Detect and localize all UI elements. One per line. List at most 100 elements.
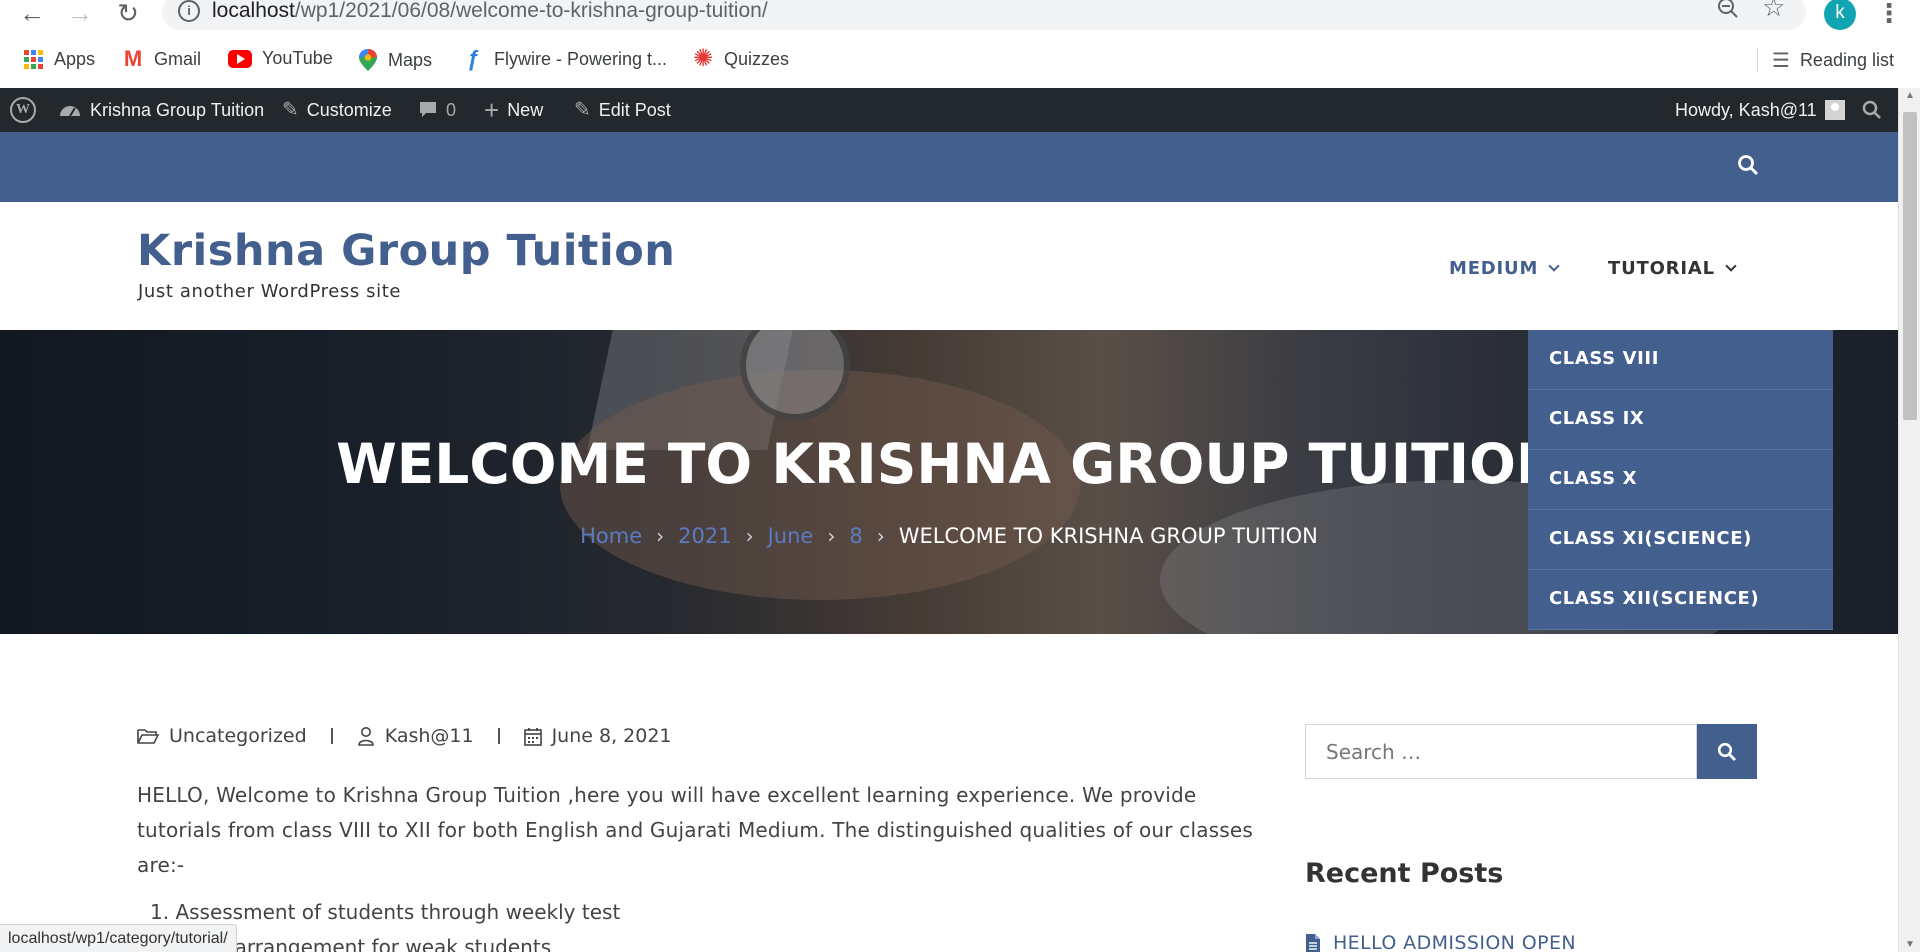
dropdown-item-class-xii-science[interactable]: CLASS XII(SCIENCE) xyxy=(1528,570,1833,630)
meta-divider xyxy=(497,728,500,744)
breadcrumb-separator-icon: › xyxy=(745,524,754,548)
forward-icon[interactable]: → xyxy=(64,0,96,28)
bookmark-label: YouTube xyxy=(262,48,333,68)
bookmark-youtube[interactable]: YouTube xyxy=(228,48,333,69)
user-avatar-icon xyxy=(1824,100,1845,120)
admin-new[interactable]: + New xyxy=(484,88,543,132)
calendar-icon xyxy=(523,727,542,746)
site-info-icon[interactable]: i xyxy=(178,0,200,22)
header-search-icon[interactable] xyxy=(1737,154,1759,176)
admin-comments[interactable]: 0 xyxy=(418,88,456,132)
wp-logo-menu[interactable]: W xyxy=(10,88,36,132)
admin-search[interactable] xyxy=(1862,88,1882,132)
header-top-strip xyxy=(0,132,1898,202)
post-body-text: HELLO, Welcome to Krishna Group Tuition … xyxy=(137,783,1254,877)
profile-avatar[interactable]: k xyxy=(1824,0,1856,30)
search-icon xyxy=(1717,742,1736,761)
bookmark-gmail[interactable]: M Gmail xyxy=(122,48,201,70)
comment-icon xyxy=(420,102,436,117)
admin-customize[interactable]: ✎ Customize xyxy=(282,88,392,132)
url-text[interactable]: localhost/wp1/2021/06/08/welcome-to-kris… xyxy=(212,0,768,23)
dropdown-item-class-xi-science[interactable]: CLASS XI(SCIENCE) xyxy=(1528,510,1833,570)
comment-count: 0 xyxy=(446,100,457,120)
pencil-icon: ✎ xyxy=(574,99,591,121)
bookmark-quizzes[interactable]: ✺ Quizzes xyxy=(692,45,790,72)
reading-list-button[interactable]: ☰ Reading list xyxy=(1772,48,1894,73)
admin-account[interactable]: Howdy, Kash@11 xyxy=(1675,88,1845,132)
wordpress-icon: W xyxy=(10,97,36,123)
maps-icon xyxy=(359,49,377,71)
admin-edit-post-label: Edit Post xyxy=(598,100,671,120)
bookmark-label: Maps xyxy=(388,49,433,70)
dashboard-icon xyxy=(60,106,80,117)
recent-post-link[interactable]: HELLO ADMISSION OPEN xyxy=(1305,932,1576,952)
breadcrumb-separator-icon: › xyxy=(876,524,885,548)
browser-menu-icon[interactable]: ⋮ xyxy=(1876,0,1902,29)
page-scrollbar[interactable]: ▲ ▼ xyxy=(1898,88,1920,952)
link-status-bubble: localhost/wp1/category/tutorial/ xyxy=(0,924,237,952)
dropdown-item-class-x[interactable]: CLASS X xyxy=(1528,450,1833,510)
quizzes-icon: ✺ xyxy=(692,45,714,72)
breadcrumb-day[interactable]: 8 xyxy=(849,524,862,548)
scroll-down-icon[interactable]: ▼ xyxy=(1905,939,1915,950)
search-icon xyxy=(1862,100,1881,119)
user-icon xyxy=(357,727,374,746)
chevron-down-icon xyxy=(1725,260,1737,272)
paintbrush-icon: ✎ xyxy=(282,99,299,121)
chevron-down-icon xyxy=(1548,260,1560,272)
bookmark-label: Gmail xyxy=(154,48,202,69)
scroll-up-icon[interactable]: ▲ xyxy=(1905,90,1915,101)
sidebar-search-button[interactable] xyxy=(1697,724,1757,779)
meta-divider xyxy=(330,728,333,744)
plus-icon: + xyxy=(484,95,500,125)
back-icon[interactable]: ← xyxy=(16,0,48,28)
document-icon xyxy=(1306,934,1320,952)
breadcrumb-home[interactable]: Home xyxy=(580,524,642,548)
admin-edit-post[interactable]: ✎ Edit Post xyxy=(574,88,671,132)
scroll-thumb[interactable] xyxy=(1903,112,1917,420)
dropdown-item-class-ix[interactable]: CLASS IX xyxy=(1528,390,1833,450)
bookmarks-divider xyxy=(1757,48,1758,72)
recent-post-label: HELLO ADMISSION OPEN xyxy=(1333,932,1576,952)
menu-medium[interactable]: MEDIUM xyxy=(1449,258,1560,279)
dropdown-item-class-viii[interactable]: CLASS VIII xyxy=(1528,330,1833,390)
breadcrumb-current: WELCOME TO KRISHNA GROUP TUITION xyxy=(898,524,1318,548)
bookmark-apps[interactable]: Apps xyxy=(22,48,95,71)
bookmark-star-icon[interactable]: ☆ xyxy=(1762,0,1785,23)
zoom-out-icon[interactable] xyxy=(1716,0,1740,20)
address-bar[interactable]: i localhost/wp1/2021/06/08/welcome-to-kr… xyxy=(162,0,1806,30)
admin-howdy-label: Howdy, Kash@11 xyxy=(1675,100,1817,120)
post-category[interactable]: Uncategorized xyxy=(169,725,307,747)
wp-admin-bar: W Krishna Group Tuition ✎ Customize 0 + … xyxy=(0,88,1898,132)
site-title[interactable]: Krishna Group Tuition xyxy=(137,226,675,276)
bookmark-label: Apps xyxy=(54,49,96,69)
menu-medium-label: MEDIUM xyxy=(1449,258,1539,279)
sidebar-search-input[interactable] xyxy=(1305,724,1697,779)
reload-icon[interactable]: ↻ xyxy=(112,0,144,28)
gmail-icon: M xyxy=(123,46,143,71)
breadcrumb-separator-icon: › xyxy=(827,524,836,548)
breadcrumb-separator-icon: › xyxy=(656,524,665,548)
menu-tutorial[interactable]: TUTORIAL xyxy=(1608,258,1737,279)
flywire-icon: ƒ xyxy=(466,46,480,71)
bookmark-maps[interactable]: Maps xyxy=(358,48,432,72)
reading-list-label: Reading list xyxy=(1799,50,1894,70)
browser-toolbar: ← → ↻ i localhost/wp1/2021/06/08/welcome… xyxy=(0,0,1920,88)
site-header: Krishna Group Tuition Just another WordP… xyxy=(0,202,1898,330)
admin-site-name[interactable]: Krishna Group Tuition xyxy=(58,88,264,132)
admin-new-label: New xyxy=(507,100,544,120)
recent-posts-title: Recent Posts xyxy=(1305,858,1504,889)
bookmarks-bar: Apps M Gmail YouTube Maps ƒ Flywire - Po… xyxy=(0,44,1920,76)
menu-tutorial-label: TUTORIAL xyxy=(1608,258,1715,279)
apps-grid-icon xyxy=(22,48,44,71)
admin-site-name-label: Krishna Group Tuition xyxy=(90,100,265,120)
bookmark-flywire[interactable]: ƒ Flywire - Powering t... xyxy=(462,48,667,70)
post-author[interactable]: Kash@11 xyxy=(385,725,474,747)
breadcrumb-month[interactable]: June xyxy=(768,524,814,548)
post-meta: Uncategorized Kash@11 June 8, 2021 xyxy=(137,725,672,747)
folder-icon xyxy=(137,729,159,744)
post-date[interactable]: June 8, 2021 xyxy=(552,725,672,747)
breadcrumb-year[interactable]: 2021 xyxy=(678,524,731,548)
youtube-icon xyxy=(228,49,252,68)
bookmark-label: Quizzes xyxy=(724,48,790,69)
